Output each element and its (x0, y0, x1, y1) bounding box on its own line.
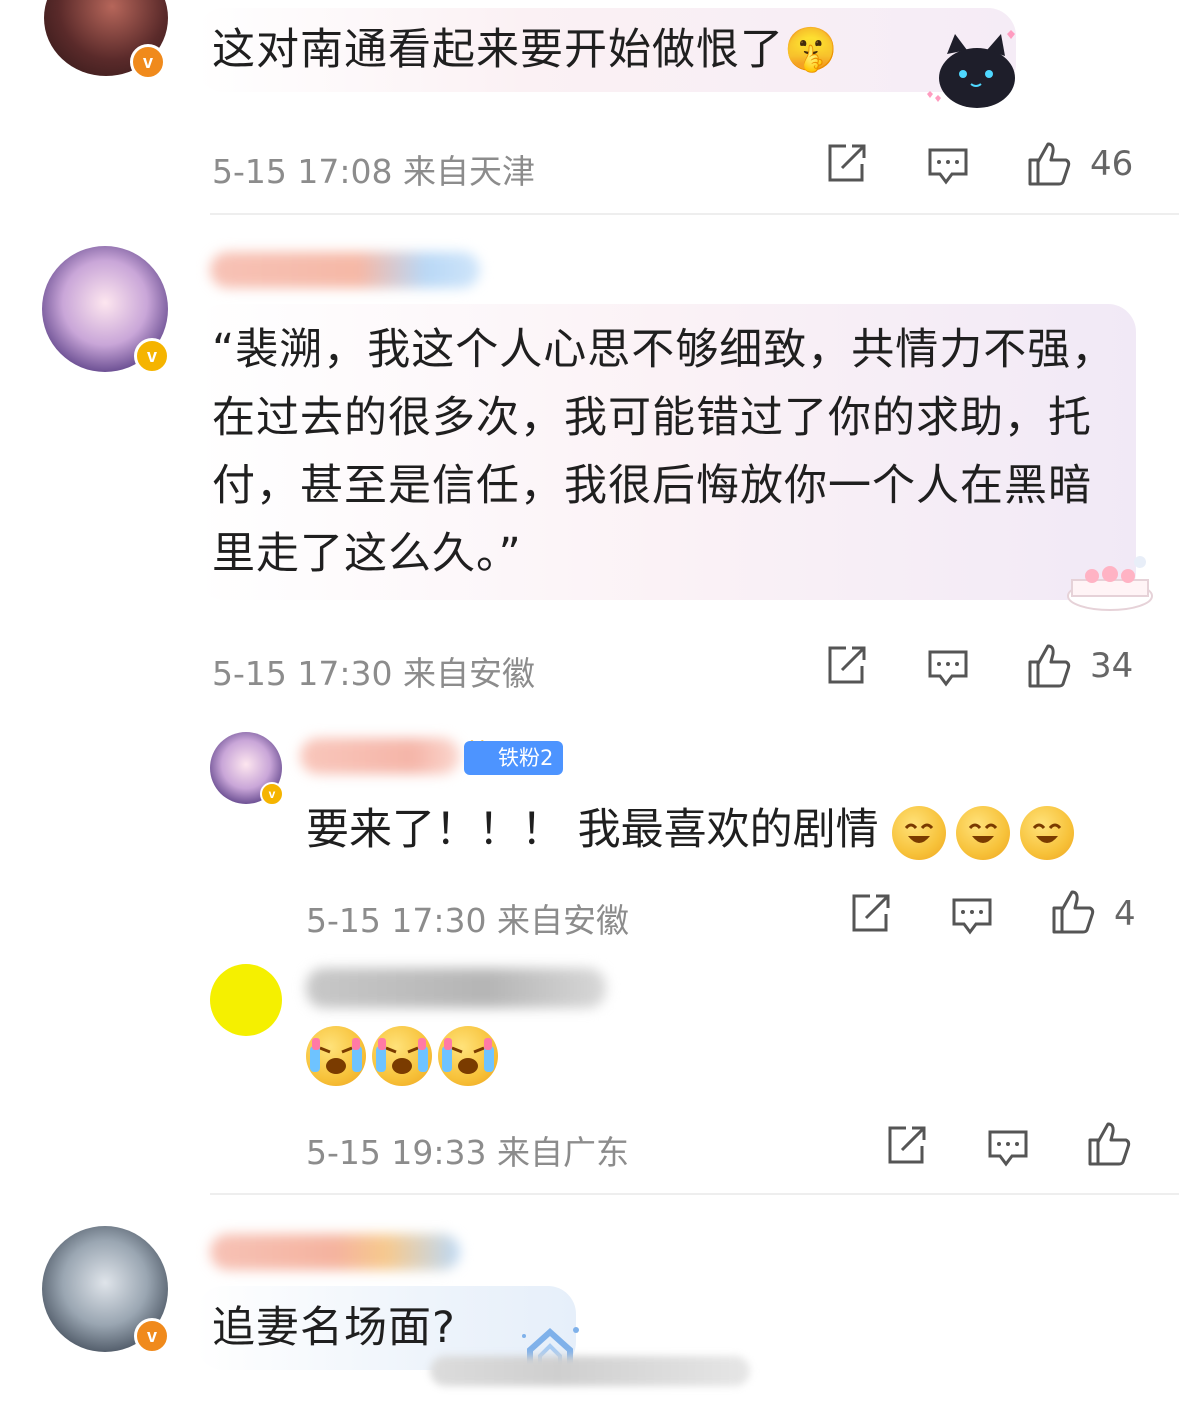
cake-sticker-icon (1062, 550, 1158, 614)
comment-text: 追妻名场面? (212, 1303, 456, 1353)
like-icon[interactable] (1050, 888, 1098, 936)
like-count: 46 (1090, 144, 1134, 184)
comment-text: “裴溯，我这个人心思不够细致，共情力不强，在过去的很多次，我可能错过了你的求助，… (212, 325, 1116, 579)
comment-icon[interactable] (950, 894, 994, 938)
smile-emoji-icon (956, 805, 1011, 860)
fan-badge[interactable]: 铁粉2 (464, 741, 564, 775)
verified-badge-icon: v (134, 338, 170, 374)
username-blurred[interactable] (210, 1234, 460, 1270)
avatar[interactable] (210, 964, 282, 1036)
divider (210, 213, 1179, 215)
comment-icon[interactable] (926, 144, 970, 188)
comment-icon[interactable] (986, 1126, 1030, 1170)
reply-meta: 5-15 17:30 来自安徽 (306, 901, 629, 940)
username-blurred[interactable] (300, 738, 460, 774)
cry-emoji-icon (306, 1026, 366, 1086)
share-icon[interactable] (824, 142, 868, 186)
comment-icon[interactable] (926, 646, 970, 690)
username-blurred[interactable] (210, 252, 480, 288)
comment-meta: 5-15 17:30 来自安徽 (212, 654, 535, 693)
like-count: 4 (1114, 894, 1136, 934)
like-icon[interactable] (1026, 642, 1074, 690)
share-icon[interactable] (848, 892, 892, 936)
comment-meta: 5-15 17:08 来自天津 (212, 152, 535, 191)
cat-sticker-icon (915, 24, 1025, 114)
verified-badge-icon: v (130, 44, 166, 80)
cry-emoji-icon (438, 1026, 498, 1086)
smile-emoji-icon (892, 805, 947, 860)
verified-badge-icon: v (134, 1318, 170, 1354)
reply-emojis (306, 1026, 508, 1086)
like-count: 34 (1090, 646, 1134, 686)
comment-text: 这对南通看起来要开始做恨了🤫 (212, 25, 839, 75)
like-icon[interactable] (1086, 1120, 1134, 1168)
cry-emoji-icon (372, 1026, 432, 1086)
divider (210, 1193, 1179, 1195)
share-icon[interactable] (824, 644, 868, 688)
username-blurred[interactable] (306, 968, 606, 1008)
reply-meta: 5-15 19:33 来自广东 (306, 1133, 629, 1172)
like-icon[interactable] (1026, 140, 1074, 188)
verified-badge-icon: v (260, 782, 284, 806)
watermark-blurred (430, 1356, 750, 1386)
smile-emoji-icon (1020, 805, 1075, 860)
reply-text: 要来了！！！ 我最喜欢的剧情 (306, 796, 1084, 864)
share-icon[interactable] (884, 1124, 928, 1168)
